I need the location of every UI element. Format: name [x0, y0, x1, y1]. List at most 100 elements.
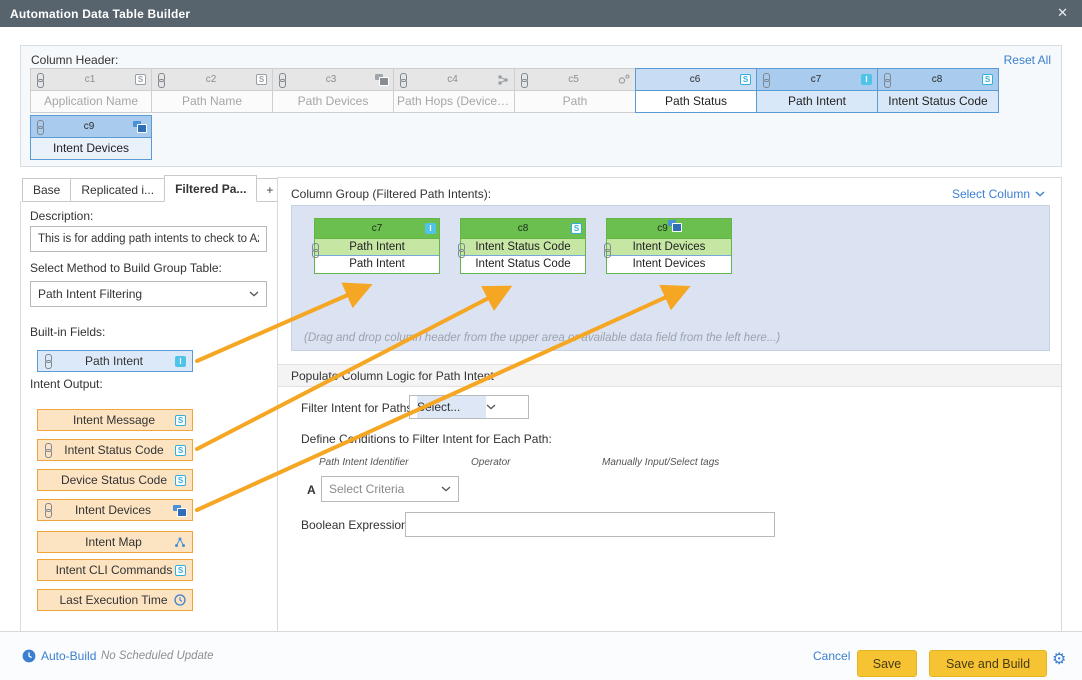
- string-type-icon: S: [175, 445, 186, 456]
- column-name: Application Name: [31, 91, 151, 112]
- build-method-label: Select Method to Build Group Table:: [30, 261, 222, 275]
- link-icon: [883, 73, 892, 87]
- field-name: Path Intent: [53, 354, 175, 368]
- column-chip-c8[interactable]: c8S Intent Status Code: [877, 68, 999, 113]
- clock-type-icon: [174, 594, 186, 606]
- column-id: c9: [45, 121, 133, 132]
- description-input[interactable]: [30, 226, 267, 252]
- gear-icon[interactable]: ⚙: [1052, 649, 1066, 669]
- field-name: Intent Message: [53, 413, 175, 427]
- filter-paths-select[interactable]: Select...: [409, 395, 529, 419]
- column-chip-c2[interactable]: c2S Path Name: [151, 68, 273, 113]
- field-chip-intent-devices[interactable]: Intent Devices: [37, 499, 193, 521]
- build-method-value: Path Intent Filtering: [38, 287, 249, 301]
- column-chips-row-1: c1S Application Name c2S Path Name c3 Pa…: [30, 68, 999, 113]
- column-name: Path Devices: [273, 91, 393, 112]
- boolean-expression-input[interactable]: [405, 512, 775, 537]
- tab-replicated[interactable]: Replicated i...: [70, 178, 165, 202]
- tab-filtered-path[interactable]: Filtered Pa...: [164, 175, 257, 202]
- auto-build-button[interactable]: Auto-Build: [22, 649, 96, 663]
- field-chip-intent-message[interactable]: Intent Message S: [37, 409, 193, 431]
- condition-col-manual-input: Manually Input/Select tags: [602, 457, 719, 468]
- select-column-link[interactable]: Select Column: [952, 187, 1045, 201]
- column-name: Path Intent: [757, 91, 877, 112]
- devices-type-icon: [173, 505, 186, 516]
- boolean-expression-label: Boolean Expression:: [301, 518, 411, 532]
- define-conditions-label: Define Conditions to Filter Intent for E…: [301, 432, 552, 446]
- column-subname: Path Intent: [315, 256, 439, 272]
- link-icon: [157, 73, 166, 87]
- column-id: c4: [408, 74, 497, 85]
- column-chip-c6[interactable]: c6S Path Status: [635, 68, 757, 113]
- column-group-dropzone[interactable]: c7I Path Intent Path Intent c8S Intent S…: [291, 205, 1050, 351]
- column-id: c8: [892, 74, 982, 85]
- close-icon[interactable]: ✕: [1057, 5, 1068, 21]
- column-group-title: Column Group (Filtered Path Intents):: [291, 187, 491, 201]
- link-icon: [399, 73, 408, 87]
- link-icon: [44, 503, 53, 517]
- chevron-down-icon: [486, 404, 496, 410]
- field-chip-device-status-code[interactable]: Device Status Code S: [37, 469, 193, 491]
- column-name: Path Hops (Device Inter...: [394, 91, 514, 112]
- column-chip-c4[interactable]: c4 Path Hops (Device Inter...: [393, 68, 515, 113]
- cancel-button[interactable]: Cancel: [813, 649, 850, 663]
- criteria-select[interactable]: Select Criteria: [321, 476, 459, 502]
- group-column-c7[interactable]: c7I Path Intent Path Intent: [314, 218, 440, 274]
- devices-type-icon: [133, 121, 146, 132]
- field-name: Intent Devices: [53, 503, 173, 517]
- column-name: Path Status: [636, 91, 756, 112]
- column-group-panel: Column Group (Filtered Path Intents): Se…: [277, 177, 1062, 631]
- field-chip-intent-map[interactable]: Intent Map: [37, 531, 193, 553]
- intent-output-label: Intent Output:: [30, 377, 103, 391]
- devices-type-icon: [668, 220, 681, 231]
- column-chip-c7[interactable]: c7I Path Intent: [756, 68, 878, 113]
- field-name: Intent CLI Commands: [53, 563, 175, 577]
- string-type-icon: S: [135, 74, 146, 85]
- field-chip-intent-cli-commands[interactable]: Intent CLI Commands S: [37, 559, 193, 581]
- link-icon: [457, 243, 466, 257]
- link-icon: [44, 443, 53, 457]
- criteria-value: Select Criteria: [329, 482, 441, 496]
- group-column-c8[interactable]: c8S Intent Status Code Intent Status Cod…: [460, 218, 586, 274]
- column-name: Path: [515, 91, 635, 112]
- devices-type-icon: [375, 74, 388, 85]
- field-chip-path-intent[interactable]: Path Intent I: [37, 350, 193, 372]
- automation-data-table-builder-dialog: Automation Data Table Builder ✕ Column H…: [0, 0, 1082, 680]
- tab-base[interactable]: Base: [22, 178, 71, 202]
- string-type-icon: S: [571, 223, 582, 234]
- string-type-icon: S: [740, 74, 751, 85]
- chevron-down-icon: [1035, 191, 1045, 197]
- column-id: c5: [529, 74, 618, 85]
- link-icon: [762, 73, 771, 87]
- condition-col-operator: Operator: [471, 457, 510, 468]
- column-header-panel: Column Header: Reset All c1S Application…: [20, 45, 1062, 167]
- string-type-icon: S: [175, 565, 186, 576]
- column-chip-c1[interactable]: c1S Application Name: [30, 68, 152, 113]
- field-name: Last Execution Time: [53, 593, 174, 607]
- link-icon: [44, 354, 53, 368]
- column-chip-c5[interactable]: c5 Path: [514, 68, 636, 113]
- dialog-footer: Auto-Build No Scheduled Update: [0, 631, 1082, 680]
- dialog-titlebar: Automation Data Table Builder ✕: [0, 0, 1082, 27]
- string-type-icon: S: [256, 74, 267, 85]
- field-chip-intent-status-code[interactable]: Intent Status Code S: [37, 439, 193, 461]
- save-and-build-button[interactable]: Save and Build: [929, 650, 1047, 677]
- column-chip-c3[interactable]: c3 Path Devices: [272, 68, 394, 113]
- column-name: Intent Status Code: [878, 91, 998, 112]
- column-id: c9: [657, 223, 668, 234]
- field-chip-last-execution-time[interactable]: Last Execution Time: [37, 589, 193, 611]
- column-id: c6: [650, 74, 740, 85]
- column-subname: Intent Status Code: [461, 256, 585, 272]
- save-button[interactable]: Save: [857, 650, 917, 677]
- intent-type-icon: I: [861, 74, 872, 85]
- column-id: c3: [287, 74, 375, 85]
- column-chip-c9[interactable]: c9 Intent Devices: [30, 115, 152, 160]
- field-name: Intent Map: [53, 535, 174, 549]
- group-column-c9[interactable]: c9 Intent Devices Intent Devices: [606, 218, 732, 274]
- reset-all-link[interactable]: Reset All: [1004, 53, 1051, 67]
- build-method-select[interactable]: Path Intent Filtering: [30, 281, 267, 307]
- intent-type-icon: I: [425, 223, 436, 234]
- column-id: c2: [166, 74, 256, 85]
- column-name: Intent Status Code: [461, 239, 585, 256]
- builtin-fields-label: Built-in Fields:: [30, 325, 105, 339]
